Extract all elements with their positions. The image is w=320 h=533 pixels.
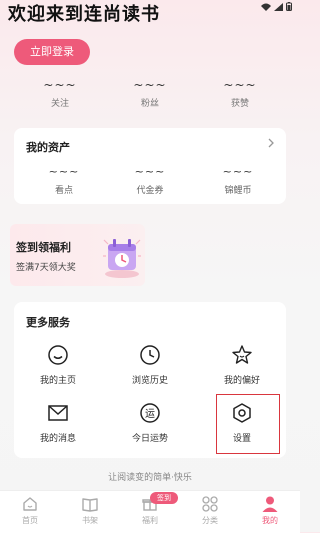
tab-bookshelf[interactable]: 书架 (60, 495, 120, 526)
service-label: 我的主页 (39, 376, 76, 386)
stat-following[interactable]: ~~~ 关注 (20, 78, 100, 109)
status-icons (261, 2, 292, 11)
tab-mine[interactable]: 我的 (240, 495, 300, 526)
home-icon (23, 497, 37, 511)
service-label: 我的偏好 (223, 376, 260, 386)
battery-icon (286, 2, 292, 11)
tab-label: 福利 (142, 516, 158, 525)
service-my-homepage[interactable]: 我的主页 (23, 344, 93, 392)
service-label: 我的消息 (39, 434, 76, 444)
signal-icon (274, 2, 283, 11)
book-icon (82, 498, 98, 512)
slogan: 让阅读变的简单·快乐 (108, 473, 192, 483)
welfare-badge: 签到 (150, 492, 178, 504)
tab-categories[interactable]: 分类 (180, 495, 240, 526)
tab-label: 我的 (262, 516, 278, 525)
service-label: 浏览历史 (131, 376, 168, 386)
service-my-messages[interactable]: 我的消息 (23, 402, 93, 450)
assets-title: 我的资产 (26, 141, 70, 154)
person-icon (262, 496, 278, 512)
clock-icon (140, 345, 160, 365)
asset-points[interactable]: ~~~ 看点 (28, 165, 100, 197)
settings-highlight-box (216, 394, 280, 454)
service-label: 今日运势 (131, 434, 168, 444)
asset-value: ~~~ (134, 165, 166, 178)
calendar-gift-icon (103, 239, 141, 278)
tab-label: 分类 (202, 516, 218, 525)
svg-text:运: 运 (145, 408, 155, 420)
stat-label: 粉丝 (140, 99, 159, 109)
grid-icon (202, 496, 218, 512)
asset-label: 看点 (54, 186, 73, 196)
stat-value: ~~~ (223, 78, 257, 92)
services-title: 更多服务 (26, 316, 70, 329)
stat-value: ~~~ (133, 78, 167, 92)
asset-coupons[interactable]: ~~~ 代金券 (114, 165, 186, 197)
tab-label: 书架 (82, 516, 98, 525)
asset-label: 锦鲤币 (224, 186, 252, 196)
wifi-icon (261, 3, 271, 11)
profile-stats: ~~~ 关注 ~~~ 粉丝 ~~~ 获赞 (0, 78, 300, 118)
asset-value: ~~~ (222, 165, 254, 178)
stat-likes[interactable]: ~~~ 获赞 (200, 78, 280, 109)
service-daily-fortune[interactable]: 运 今日运势 (115, 402, 185, 450)
tab-label: 首页 (22, 516, 38, 525)
asset-koi-coins[interactable]: ~~~ 锦鲤币 (202, 165, 274, 197)
smile-icon (48, 345, 68, 365)
envelope-icon (48, 405, 68, 421)
fortune-icon: 运 (140, 403, 160, 423)
stat-label: 获赞 (230, 99, 249, 109)
assets-card: 我的资产 ~~~ 看点 ~~~ 代金券 ~~~ 锦鲤币 (14, 128, 286, 204)
star-icon (232, 345, 252, 364)
tab-home[interactable]: 首页 (0, 495, 60, 526)
signin-title: 签到领福利 (16, 241, 71, 254)
chevron-right-icon[interactable] (266, 137, 276, 149)
stat-value: ~~~ (43, 78, 77, 92)
login-button[interactable]: 立即登录 (14, 39, 90, 65)
stat-label: 关注 (50, 99, 69, 109)
asset-value: ~~~ (48, 165, 80, 178)
service-my-preferences[interactable]: 我的偏好 (207, 344, 277, 392)
stat-followers[interactable]: ~~~ 粉丝 (110, 78, 190, 109)
service-browse-history[interactable]: 浏览历史 (115, 344, 185, 392)
welcome-title: 欢迎来到连尚读书 (8, 4, 160, 25)
asset-label: 代金券 (136, 186, 164, 196)
signin-subtitle: 签满7天领大奖 (16, 263, 76, 273)
signin-banner[interactable]: 签到领福利 签满7天领大奖 (10, 224, 145, 286)
